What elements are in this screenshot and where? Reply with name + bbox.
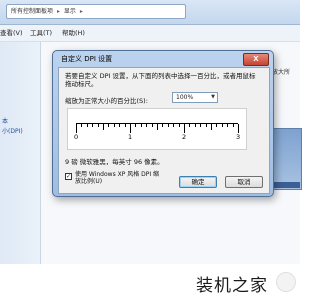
ruler-tick — [81, 124, 83, 127]
breadcrumb-separator-icon: ▸ — [56, 8, 60, 15]
ruler-tick — [232, 124, 234, 127]
watermark-text: 装机之家 — [196, 276, 268, 296]
ruler-tick — [151, 124, 153, 127]
dialog-title: 自定义 DPI 设置 — [61, 55, 113, 63]
ruler-tick — [113, 124, 115, 127]
breadcrumb-item[interactable]: 显示 — [64, 8, 76, 15]
ruler-tick — [92, 124, 94, 127]
ruler-tick — [211, 124, 212, 130]
ruler-tick — [221, 124, 223, 127]
ruler-tick — [216, 124, 218, 127]
scale-value: 100% — [176, 94, 194, 101]
menu-view[interactable]: 查看(V) — [0, 27, 23, 39]
ruler-tick — [157, 124, 158, 130]
ruler-tick — [200, 124, 202, 127]
ruler-label-2: 2 — [182, 133, 187, 141]
scale-label: 缩放为正常大小的百分比(S): — [65, 97, 148, 105]
ruler-tick — [140, 124, 142, 127]
ruler-tick — [76, 124, 77, 133]
ruler-label-3: 3 — [236, 133, 241, 141]
ruler-tick — [162, 124, 164, 127]
left-link-dpi[interactable]: 小(DPI) — [2, 126, 23, 135]
ruler-tick — [227, 124, 229, 127]
ruler-tick — [86, 124, 88, 127]
breadcrumb-item[interactable]: 所有控制面板项 — [11, 8, 53, 15]
ruler-tick — [184, 124, 185, 133]
watermark-logo-icon — [276, 272, 296, 292]
ruler-tick — [119, 124, 121, 127]
checkmark-icon: ✓ — [66, 173, 72, 180]
cancel-button[interactable]: 取消 — [225, 176, 263, 188]
ruler-tick — [189, 124, 191, 127]
ruler-label-0: 0 — [74, 133, 79, 141]
xp-style-label: 使用 Windows XP 风格 DPI 缩放比例(U) — [75, 171, 160, 185]
menu-tools[interactable]: 工具(T) — [30, 27, 52, 39]
dialog-description: 若要自定义 DPI 设置，从下面的列表中选择一百分比，或者用鼠标拖动标尺。 — [65, 72, 256, 88]
dpi-ruler[interactable]: 0 1 2 3 — [67, 108, 247, 150]
ok-button[interactable]: 确定 — [179, 176, 217, 188]
menu-help[interactable]: 帮助(H) — [62, 27, 85, 39]
scale-select[interactable]: 100% ▼ — [172, 92, 218, 103]
ruler-tick — [103, 124, 104, 130]
ruler-tick — [130, 124, 131, 133]
menu-bar: 查看(V) 工具(T) 帮助(H) — [0, 25, 300, 42]
address-bar: 所有控制面板项 ▸ 显示 ▸ — [0, 0, 300, 25]
ruler-tick — [124, 124, 126, 127]
ruler-label-1: 1 — [128, 133, 133, 141]
ruler-tick — [178, 124, 180, 127]
chevron-down-icon[interactable]: ▼ — [211, 93, 215, 102]
ruler-tick — [167, 124, 169, 127]
left-link[interactable]: 本 — [2, 116, 8, 125]
ruler-tick — [108, 124, 110, 127]
sample-text: 9 磅 微软雅黑，每英寸 96 像素。 — [65, 158, 164, 166]
ruler-tick — [205, 124, 207, 127]
xp-style-checkbox[interactable]: ✓ — [65, 173, 72, 180]
ruler-tick — [135, 124, 137, 127]
dialog-body: 若要自定义 DPI 设置，从下面的列表中选择一百分比，或者用鼠标拖动标尺。 缩放… — [58, 67, 270, 194]
left-pane: 本 小(DPI) — [0, 42, 41, 264]
right-pane-text: 放大所 — [272, 69, 291, 76]
ruler-tick — [146, 124, 148, 127]
ruler-tick — [238, 124, 239, 133]
ruler-tick — [194, 124, 196, 127]
breadcrumb[interactable]: 所有控制面板项 ▸ 显示 ▸ — [6, 4, 186, 19]
ruler-tick — [173, 124, 175, 127]
close-icon[interactable]: X — [243, 53, 269, 66]
chevron-down-icon[interactable]: ▸ — [80, 8, 83, 15]
ruler-tick — [97, 124, 99, 127]
custom-dpi-dialog: 自定义 DPI 设置 X 若要自定义 DPI 设置，从下面的列表中选择一百分比，… — [52, 50, 274, 197]
